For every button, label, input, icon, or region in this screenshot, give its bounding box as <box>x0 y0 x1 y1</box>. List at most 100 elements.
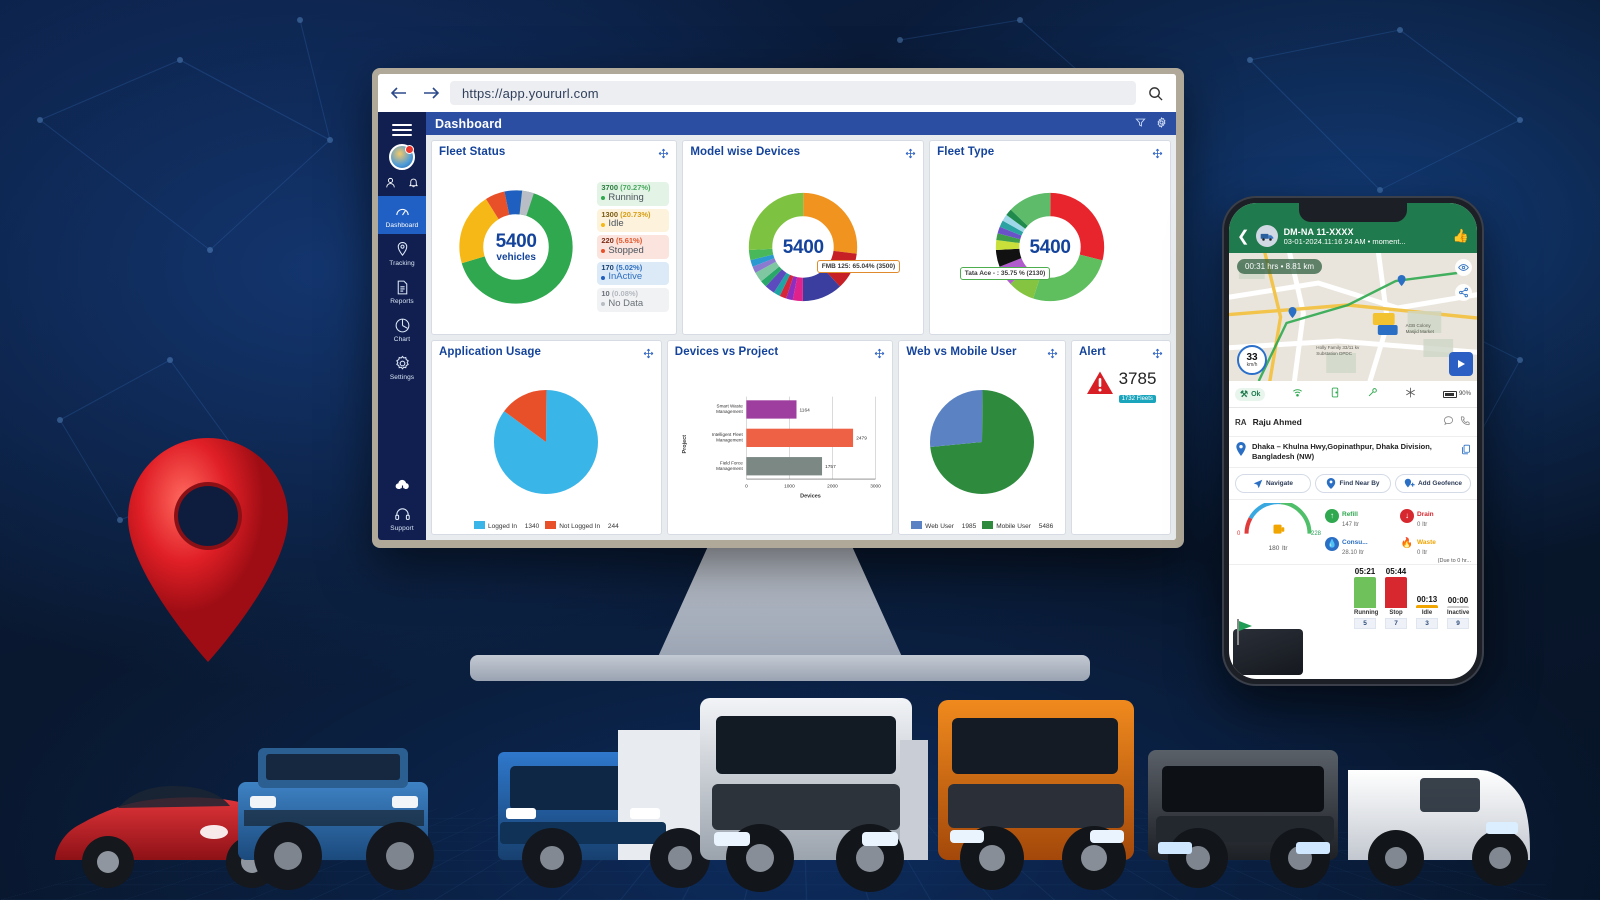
user-icon[interactable] <box>385 177 396 188</box>
legend-item-inactive[interactable]: 170 (5.02%) InActive <box>597 261 670 286</box>
page-title: Dashboard <box>435 116 503 131</box>
hamburger-menu-icon[interactable] <box>392 124 412 136</box>
truck-avatar-icon <box>1255 225 1278 247</box>
browser-window: https://app.yoururl.com Dashboard Tracki… <box>378 74 1176 540</box>
find-near-by-button[interactable]: Find Near By <box>1315 474 1391 494</box>
fuel-stat-unit: ltr <box>1422 550 1428 557</box>
phone-screen: ❮ DM-NA 11-XXXX 03-01-2024.11:16 24 AM •… <box>1229 203 1477 679</box>
svg-text:Field Force: Field Force <box>720 460 743 465</box>
monitor-base <box>470 655 1090 681</box>
sidebar-item-label: Tracking <box>389 260 415 267</box>
move-handle-icon[interactable] <box>1152 346 1163 364</box>
bar-running: 05:21 Running 5 <box>1354 567 1378 630</box>
move-handle-icon[interactable] <box>905 146 916 164</box>
share-icon[interactable] <box>1455 284 1472 301</box>
fuel-section: 0 228 180 ltr ↑ Refill 147 ltr ↓ Drain 0 <box>1229 499 1477 558</box>
move-handle-icon[interactable] <box>643 346 654 364</box>
bar-count: 3 <box>1416 618 1438 630</box>
vehicle-status-row: ⚒ Ok 90% <box>1229 381 1477 408</box>
fuel-stat-value: 147 <box>1342 522 1353 529</box>
fuel-stat-value: 0 <box>1417 550 1421 557</box>
move-handle-icon[interactable] <box>1152 146 1163 164</box>
user-avatar[interactable] <box>389 144 415 170</box>
call-icon[interactable] <box>1460 413 1471 431</box>
gear-icon[interactable] <box>1156 115 1167 133</box>
url-bar[interactable]: https://app.yoururl.com <box>450 81 1136 105</box>
driver-row: RA Raju Ahmed <box>1229 408 1477 437</box>
eye-icon[interactable] <box>1455 259 1472 276</box>
phone-map[interactable]: AGB Colony Masjid Market Holly Family 33… <box>1229 253 1477 381</box>
bar-idle: 00:13 Idle 3 <box>1416 567 1438 630</box>
card-fleet-status: Fleet Status 5400 vehicles 3700 (70.27%)… <box>431 140 678 335</box>
speed-value: 33 <box>1246 351 1258 363</box>
copy-icon[interactable] <box>1461 442 1471 460</box>
speed-indicator: 33 km/h <box>1237 345 1267 375</box>
sidebar-item-label: Dashboard <box>385 222 419 229</box>
fuel-stat-label: Drain <box>1417 511 1434 519</box>
chat-icon[interactable] <box>1443 413 1454 431</box>
sidebar-item-chart[interactable]: Chart <box>378 310 426 348</box>
card-title: Devices vs Project <box>674 346 779 358</box>
legend-item-not-logged-in[interactable]: Not Logged In 244 <box>545 521 619 530</box>
back-arrow-icon[interactable] <box>390 85 408 101</box>
legend-item-logged-in[interactable]: Logged In 1340 <box>474 521 539 530</box>
sidebar-item-reports[interactable]: Reports <box>378 272 426 310</box>
back-chevron-icon[interactable]: ❮ <box>1237 229 1250 244</box>
move-handle-icon[interactable] <box>874 346 885 364</box>
play-icon[interactable] <box>1449 352 1473 376</box>
legend-item-idle[interactable]: 1300 (20.73%) Idle <box>597 208 670 233</box>
legend-pct: (0.08%) <box>611 289 639 299</box>
main-content: Dashboard Fleet Status 5400 vehicles 370… <box>426 112 1176 540</box>
thumbs-up-icon[interactable]: 👍 <box>1453 228 1469 244</box>
sidebar-item-support[interactable]: Support <box>378 499 426 540</box>
model-wise-tooltip: FMB 125: 65.04% (3500) <box>816 260 901 274</box>
bar-label: Inactive <box>1447 610 1470 617</box>
filter-icon[interactable] <box>1135 115 1146 133</box>
bar-count: 9 <box>1447 618 1469 630</box>
fuel-stat-unit: ltr <box>1422 522 1428 529</box>
card-model-wise-devices: Model wise Devices 5400 FMB 125: 65.04% … <box>682 140 925 335</box>
bar-label: Idle <box>1421 610 1433 617</box>
status-ok-badge[interactable]: ⚒ Ok <box>1235 387 1266 401</box>
speed-unit: km/h <box>1246 361 1258 368</box>
sidebar-item-label: Reports <box>390 298 414 305</box>
navigate-button[interactable]: Navigate <box>1235 474 1311 494</box>
search-icon[interactable] <box>1146 86 1164 101</box>
bell-icon[interactable] <box>408 177 419 188</box>
forward-arrow-icon[interactable] <box>422 85 440 101</box>
web-vs-mobile-pie <box>930 389 1035 494</box>
sidebar-item-tracking[interactable]: Tracking <box>378 234 426 272</box>
trip-summary-pill: 00:31 hrs • 8.81 km <box>1237 259 1323 274</box>
svg-text:0: 0 <box>745 483 748 489</box>
svg-text:Masjid Market: Masjid Market <box>1406 329 1435 334</box>
sidebar: Dashboard Tracking Reports Chart Setting… <box>378 112 426 540</box>
legend-value: 1340 <box>524 523 540 530</box>
driver-name: Raju Ahmed <box>1252 417 1302 427</box>
vehicle-id: DM-NA 11-XXXX <box>1283 226 1354 237</box>
legend-label: No Data <box>608 297 644 309</box>
sidebar-item-download[interactable] <box>378 470 426 499</box>
legend-item-stopped[interactable]: 220 (5.61%) Stopped <box>597 235 670 259</box>
legend-item-mobile-user[interactable]: Mobile User 5486 <box>982 521 1053 530</box>
fuel-stat-value: 28.10 <box>1342 550 1358 557</box>
add-geofence-button[interactable]: Add Geofence <box>1395 474 1471 494</box>
dashboard-header: Dashboard <box>426 112 1176 135</box>
door-icon <box>1330 385 1340 403</box>
address-text: Dhaka – Khulna Hwy,Gopinathpur, Dhaka Di… <box>1252 442 1432 462</box>
fleet-type-center: 5400 <box>1030 238 1071 257</box>
bar-value: 05:21 <box>1354 567 1376 577</box>
arrow-down-icon: ↓ <box>1400 508 1414 523</box>
sidebar-item-dashboard[interactable]: Dashboard <box>378 196 426 234</box>
flag-icon <box>1239 621 1252 631</box>
move-handle-icon[interactable] <box>658 146 669 164</box>
browser-toolbar: https://app.yoururl.com <box>378 74 1176 112</box>
svg-text:2000: 2000 <box>827 483 838 489</box>
svg-text:Management: Management <box>716 438 743 443</box>
legend-item-no-data[interactable]: 10 (0.08%) No Data <box>597 288 670 312</box>
legend-item-running[interactable]: 3700 (70.27%) Running <box>597 182 670 206</box>
sidebar-item-settings[interactable]: Settings <box>378 348 426 386</box>
legend-label: Not Logged In <box>559 523 601 530</box>
move-handle-icon[interactable] <box>1047 346 1058 364</box>
legend-item-web-user[interactable]: Web User 1985 <box>911 521 976 530</box>
bar-value: 00:13 <box>1416 595 1438 605</box>
